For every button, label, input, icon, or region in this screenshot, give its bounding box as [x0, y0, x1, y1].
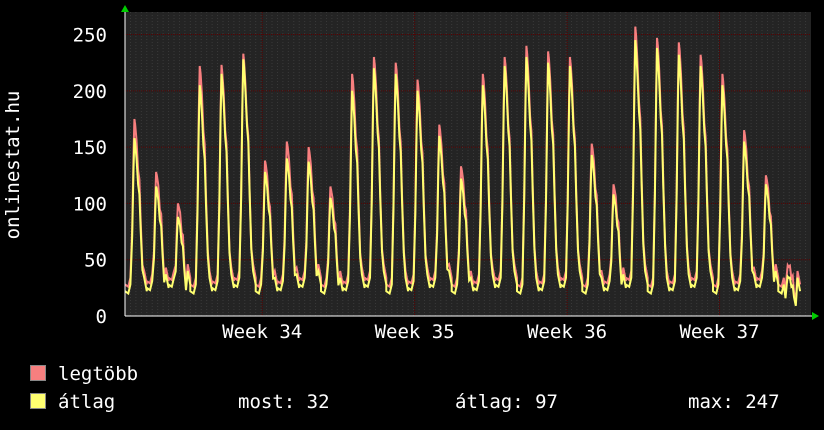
- y-axis-label: onlinestat.hu: [2, 91, 24, 240]
- x-axis-arrow-icon: [812, 312, 819, 320]
- legend-swatch-atlag: [30, 393, 46, 409]
- y-axis-arrow-icon: [121, 5, 129, 12]
- y-tick-label: 150: [73, 137, 107, 159]
- y-tick-label: 100: [73, 193, 107, 215]
- legend-label-atlag: átlag: [58, 391, 116, 413]
- y-tick-label: 50: [84, 250, 107, 272]
- stat-max: max: 247: [688, 391, 780, 413]
- y-tick-labels: 0 50 100 150 200 250: [73, 25, 107, 328]
- x-tick-labels: Week 34 Week 35 Week 36 Week 37: [222, 321, 759, 343]
- y-tick-label: 0: [96, 306, 107, 328]
- legend-swatch-legtobb: [30, 365, 46, 381]
- stat-average: átlag: 97: [455, 391, 558, 413]
- x-tick-label: Week 34: [222, 321, 302, 343]
- legend-label-legtobb: legtöbb: [58, 363, 139, 385]
- y-tick-label: 200: [73, 81, 107, 103]
- x-tick-label: Week 35: [375, 321, 455, 343]
- legend-item-legtobb: legtöbb: [30, 363, 138, 385]
- x-tick-label: Week 37: [679, 321, 759, 343]
- y-tick-label: 250: [73, 25, 107, 47]
- legend-item-atlag: átlag: [30, 391, 115, 413]
- stat-current: most: 32: [238, 391, 330, 413]
- x-tick-label: Week 36: [527, 321, 607, 343]
